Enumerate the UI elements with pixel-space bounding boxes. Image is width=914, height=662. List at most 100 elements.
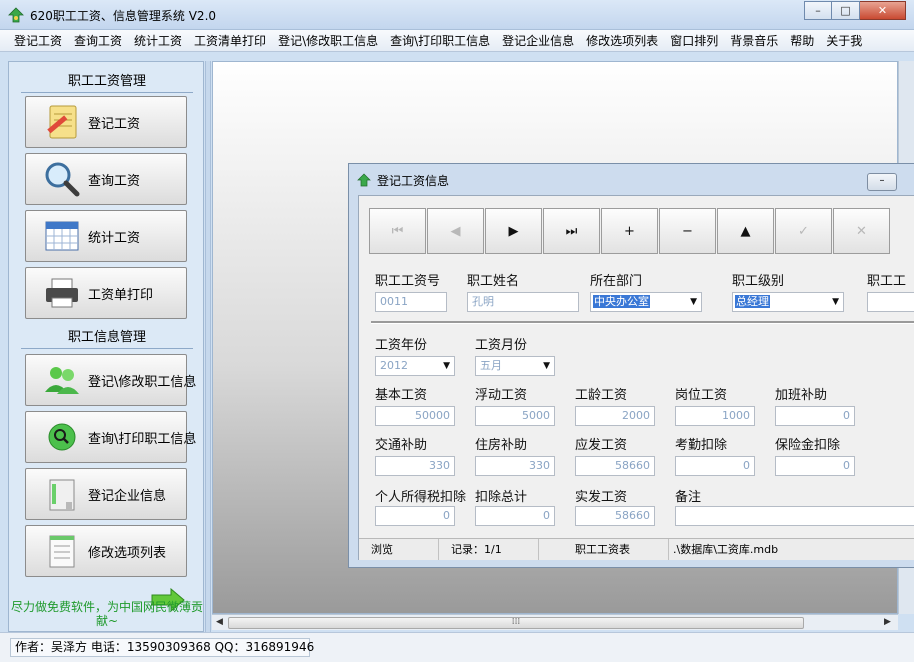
- title-bar: 620职工工资、信息管理系统 V2.0 – □ ✕: [0, 0, 914, 30]
- menu-query-employee[interactable]: 查询\打印职工信息: [384, 31, 496, 51]
- deduct-input[interactable]: 0: [475, 506, 555, 526]
- nav-edit-button[interactable]: ▲: [717, 208, 774, 254]
- scroll-left-icon[interactable]: ◀: [216, 617, 223, 627]
- close-button[interactable]: ✕: [860, 1, 906, 20]
- horizontal-scroll-thumb[interactable]: ⁞⁞⁞: [228, 617, 804, 629]
- separator-line: [371, 321, 914, 324]
- nav-edit-options-button[interactable]: 修改选项列表: [25, 525, 187, 577]
- year-dropdown-icon[interactable]: ▼: [443, 357, 450, 375]
- record-status: 记录：1/1: [439, 539, 539, 560]
- attendance-input[interactable]: 0: [675, 456, 755, 476]
- gross-input[interactable]: 58660: [575, 456, 655, 476]
- extra-label: 职工工: [867, 274, 907, 289]
- level-label: 职工级别: [732, 274, 785, 289]
- remark-input[interactable]: [675, 506, 914, 526]
- record-navigator: ⏮ ◀ ▶ ⏭ + − ▲ ✓ ✕: [369, 208, 891, 254]
- menu-register-company[interactable]: 登记企业信息: [496, 31, 580, 51]
- menu-music[interactable]: 背景音乐: [724, 31, 784, 51]
- emp-name-label: 职工姓名: [467, 274, 520, 289]
- nav-query-salary-label: 查询工资: [88, 173, 141, 189]
- attendance-label: 考勤扣除: [675, 438, 728, 453]
- nav-query-salary-button[interactable]: 查询工资: [25, 153, 187, 205]
- menu-help[interactable]: 帮助: [784, 31, 820, 51]
- list-form-icon: [40, 531, 84, 571]
- emp-id-label: 职工工资号: [375, 274, 441, 289]
- nav-stat-salary-button[interactable]: 统计工资: [25, 210, 187, 262]
- net-input[interactable]: 58660: [575, 506, 655, 526]
- nav-post-button[interactable]: ✓: [775, 208, 832, 254]
- building-icon: [40, 474, 84, 514]
- child-minimize-button[interactable]: –: [867, 173, 897, 191]
- menu-stat-salary[interactable]: 统计工资: [128, 31, 188, 51]
- insurance-input[interactable]: 0: [775, 456, 855, 476]
- menu-bar: 登记工资 查询工资 统计工资 工资清单打印 登记\修改职工信息 查询\打印职工信…: [0, 30, 914, 52]
- net-label: 实发工资: [575, 490, 628, 505]
- nav-last-button[interactable]: ⏭: [543, 208, 600, 254]
- nav-register-company-button[interactable]: 登记企业信息: [25, 468, 187, 520]
- month-dropdown-icon[interactable]: ▼: [543, 357, 550, 375]
- nav-delete-button[interactable]: −: [659, 208, 716, 254]
- nav-next-button[interactable]: ▶: [485, 208, 542, 254]
- nav-first-button[interactable]: ⏮: [369, 208, 426, 254]
- deduct-label: 扣除总计: [475, 490, 528, 505]
- gross-label: 应发工资: [575, 438, 628, 453]
- housing-input[interactable]: 330: [475, 456, 555, 476]
- dept-select[interactable]: 中央办公室 ▼: [590, 292, 702, 312]
- year-value: 2012: [380, 359, 408, 372]
- post-input[interactable]: 1000: [675, 406, 755, 426]
- users-icon: [40, 360, 84, 400]
- nav-print-salary-button[interactable]: 工资单打印: [25, 267, 187, 319]
- float-label: 浮动工资: [475, 388, 528, 403]
- nav-print-salary-label: 工资单打印: [88, 287, 154, 303]
- menu-about[interactable]: 关于我: [820, 31, 868, 51]
- level-dropdown-icon[interactable]: ▼: [832, 293, 839, 311]
- month-value: 五月: [480, 359, 502, 372]
- menu-window-arrange[interactable]: 窗口排列: [664, 31, 724, 51]
- maximize-button[interactable]: □: [832, 1, 860, 20]
- child-status-bar: 浏览 记录：1/1 职工工资表 .\数据库\工资库.mdb: [359, 538, 914, 560]
- transport-input[interactable]: 330: [375, 456, 455, 476]
- nav-prior-button[interactable]: ◀: [427, 208, 484, 254]
- seniority-input[interactable]: 2000: [575, 406, 655, 426]
- dept-dropdown-icon[interactable]: ▼: [690, 293, 697, 311]
- base-input[interactable]: 50000: [375, 406, 455, 426]
- overtime-input[interactable]: 0: [775, 406, 855, 426]
- nav-register-salary-button[interactable]: 登记工资: [25, 96, 187, 148]
- nav-query-employee-button[interactable]: 查询\打印职工信息: [25, 411, 196, 463]
- emp-id-input[interactable]: 0011: [375, 292, 447, 312]
- magnifier-icon: [40, 159, 84, 199]
- horizontal-scrollbar[interactable]: ◀ ⁞⁞⁞ ▶: [212, 614, 898, 630]
- path-status: .\数据库\工资库.mdb: [673, 543, 779, 556]
- base-label: 基本工资: [375, 388, 428, 403]
- nav-edit-employee-label: 登记\修改职工信息: [88, 374, 197, 390]
- menu-query-salary[interactable]: 查询工资: [68, 31, 128, 51]
- app-title: 620职工工资、信息管理系统 V2.0: [30, 9, 217, 23]
- menu-print-salary-list[interactable]: 工资清单打印: [188, 31, 272, 51]
- menu-edit-employee[interactable]: 登记\修改职工信息: [272, 31, 384, 51]
- nav-register-company-label: 登记企业信息: [88, 488, 167, 504]
- extra-input[interactable]: [867, 292, 914, 312]
- scroll-right-icon[interactable]: ▶: [884, 617, 891, 627]
- menu-edit-options[interactable]: 修改选项列表: [580, 31, 664, 51]
- menu-register-salary[interactable]: 登记工资: [8, 31, 68, 51]
- year-select[interactable]: 2012 ▼: [375, 356, 455, 376]
- nav-cancel-button[interactable]: ✕: [833, 208, 890, 254]
- tax-input[interactable]: 0: [375, 506, 455, 526]
- window-controls: – □ ✕: [804, 1, 906, 20]
- nav-edit-employee-button[interactable]: 登记\修改职工信息: [25, 354, 196, 406]
- float-input[interactable]: 5000: [475, 406, 555, 426]
- child-window-title: 登记工资信息: [377, 174, 450, 188]
- calendar-grid-icon: [40, 216, 84, 256]
- panel-splitter[interactable]: [205, 61, 211, 632]
- level-select[interactable]: 总经理 ▼: [732, 292, 844, 312]
- app-icon: [8, 7, 24, 23]
- emp-name-input[interactable]: 孔明: [467, 292, 579, 312]
- nav-insert-button[interactable]: +: [601, 208, 658, 254]
- minimize-button[interactable]: –: [804, 1, 832, 20]
- year-label: 工资年份: [375, 338, 428, 353]
- month-select[interactable]: 五月 ▼: [475, 356, 555, 376]
- author-info: 作者：吴泽方 电话：13590309368 QQ：316891946: [10, 638, 314, 657]
- dept-label: 所在部门: [590, 274, 643, 289]
- footer-slogan: 尽力做免费软件，为中国网民微薄贡献~: [10, 600, 203, 628]
- table-status: 职工工资表: [539, 539, 669, 560]
